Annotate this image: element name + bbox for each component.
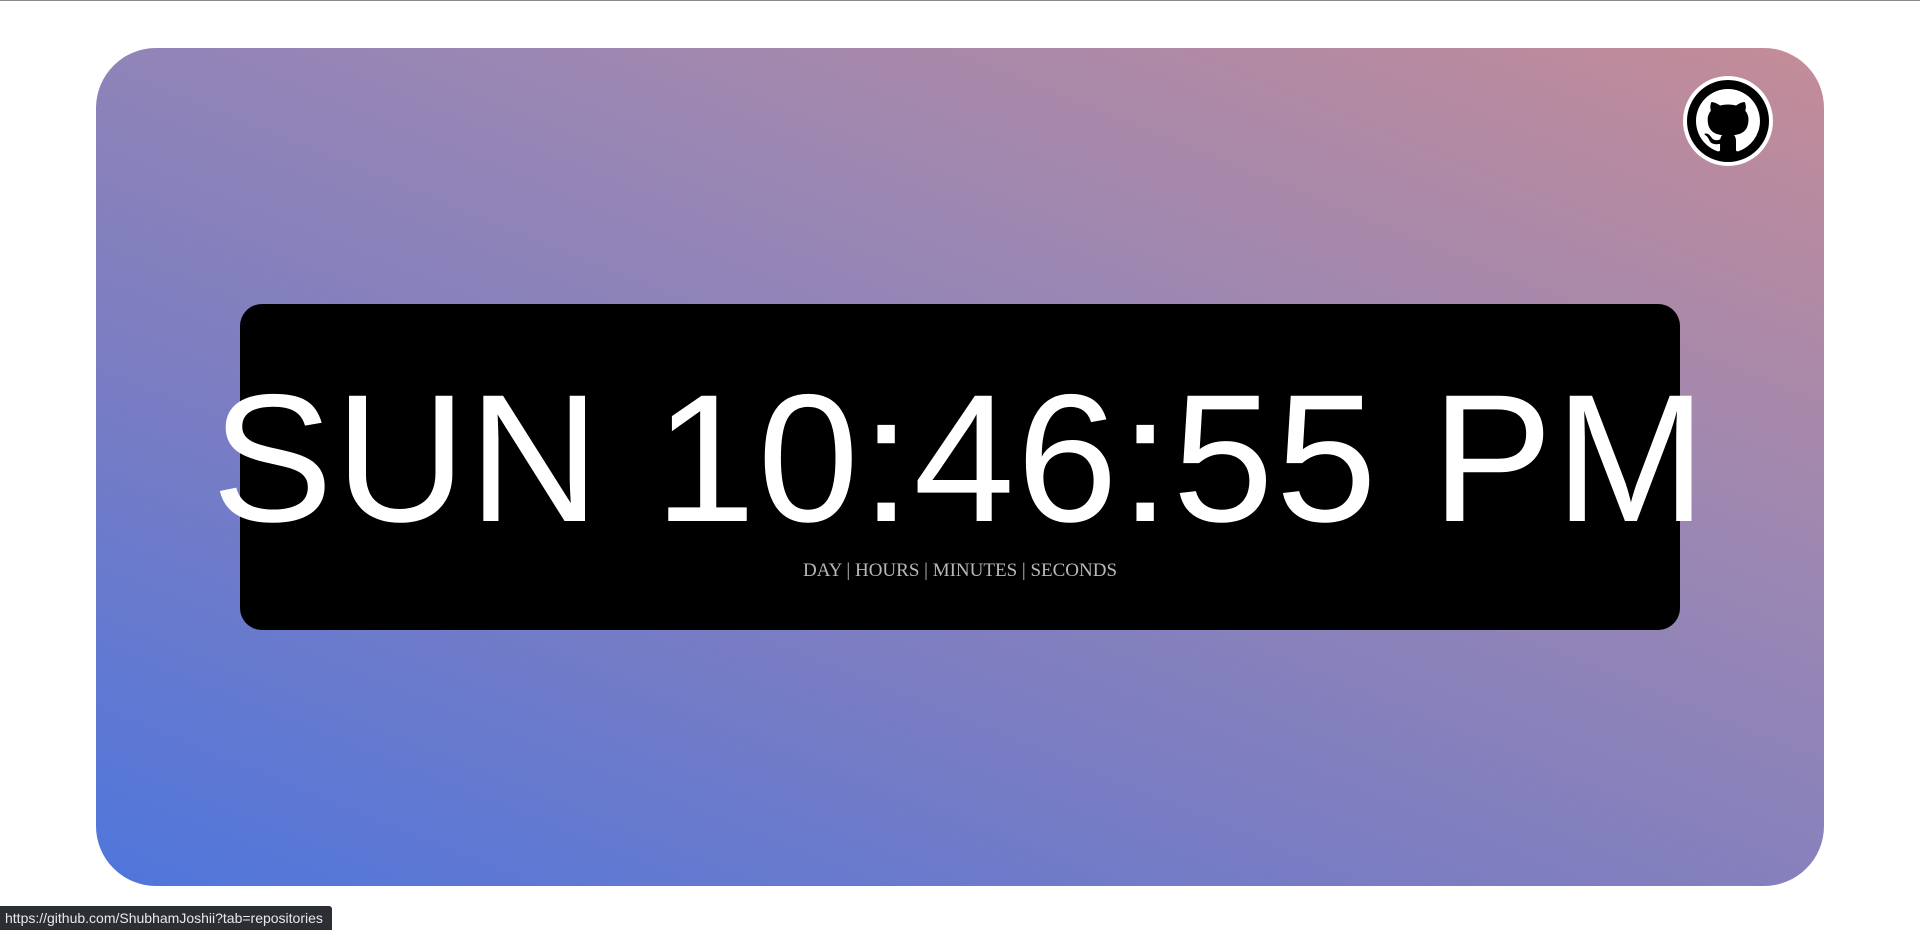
github-link-button[interactable] [1683,76,1773,166]
window-top-border [0,0,1920,1]
clock-time-display: SUN 10:46:55 PM [211,356,1709,560]
github-octocat-icon [1687,80,1769,162]
clock-unit-labels: DAY | HOURS | MINUTES | SECONDS [802,560,1118,581]
link-hover-status-url: https://github.com/ShubhamJoshii?tab=rep… [0,906,332,930]
